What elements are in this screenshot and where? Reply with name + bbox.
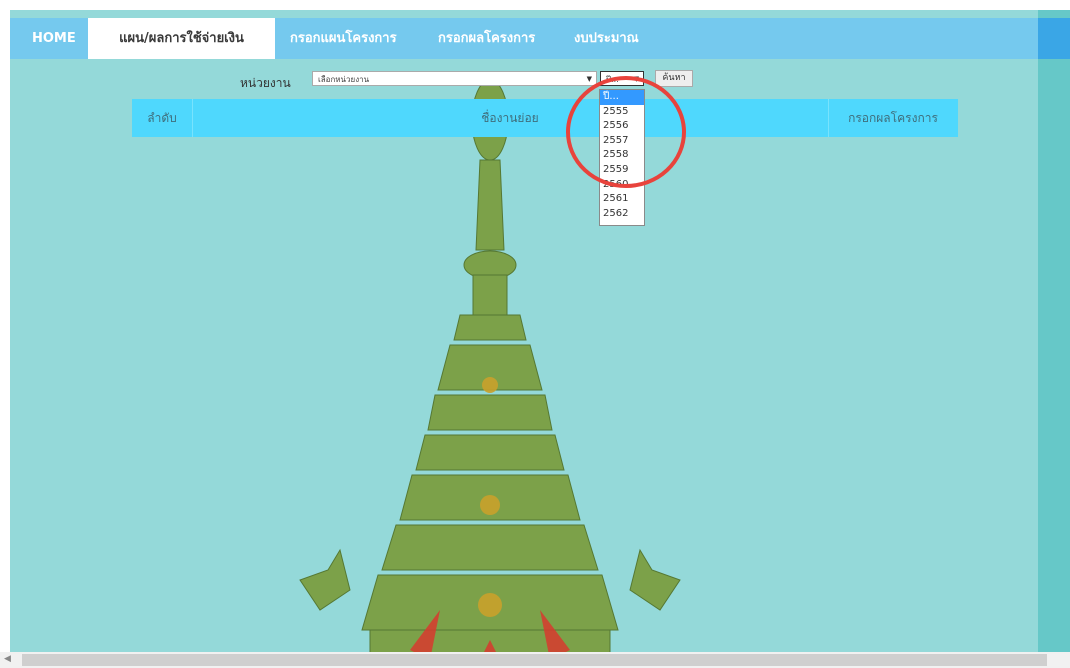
table-header: ลำดับ ชื่องานย่อย กรอกผลโครงการ bbox=[132, 99, 958, 137]
column-subtask-name: ชื่องานย่อย bbox=[481, 111, 539, 125]
department-label: หน่วยงาน bbox=[240, 76, 291, 90]
year-option[interactable]: 2555 bbox=[600, 105, 644, 120]
search-button[interactable]: ค้นหา bbox=[655, 70, 693, 87]
year-option[interactable]: 2562 bbox=[600, 207, 644, 222]
department-select[interactable]: เลือกหน่วยงาน ▼ bbox=[312, 71, 597, 86]
scrollbar-thumb[interactable] bbox=[22, 654, 1047, 666]
column-order: ลำดับ bbox=[147, 111, 177, 125]
dropdown-arrow-icon: ▼ bbox=[633, 75, 639, 83]
dropdown-arrow-icon: ▼ bbox=[586, 75, 592, 83]
horizontal-scrollbar[interactable]: ◀ bbox=[0, 652, 1070, 668]
nav-right-block bbox=[1038, 18, 1070, 59]
year-option[interactable]: 2559 bbox=[600, 163, 644, 178]
year-option[interactable]: 2561 bbox=[600, 192, 644, 207]
year-option[interactable]: 2558 bbox=[600, 148, 644, 163]
right-edge-panel bbox=[1038, 10, 1070, 660]
top-nav: HOME แผน/ผลการใช้จ่ายเงิน กรอกแผนโครงการ… bbox=[10, 18, 1038, 59]
nav-fill-plan[interactable]: กรอกแผนโครงการ bbox=[290, 18, 397, 59]
year-select[interactable]: ปี... ▼ bbox=[600, 71, 644, 86]
nav-budget[interactable]: งบประมาณ bbox=[574, 18, 639, 59]
department-select-value: เลือกหน่วยงาน bbox=[318, 75, 370, 84]
nav-plan-result[interactable]: แผน/ผลการใช้จ่ายเงิน bbox=[88, 18, 275, 59]
year-option[interactable]: 2556 bbox=[600, 119, 644, 134]
year-option[interactable]: 2560 bbox=[600, 178, 644, 193]
year-dropdown-list[interactable]: ปี... 2555 2556 2557 2558 2559 2560 2561… bbox=[599, 89, 645, 226]
page-canvas: HOME แผน/ผลการใช้จ่ายเงิน กรอกแผนโครงการ… bbox=[10, 10, 1070, 660]
year-option[interactable]: ปี... bbox=[600, 90, 644, 105]
year-option[interactable]: 2557 bbox=[600, 134, 644, 149]
nav-home[interactable]: HOME bbox=[32, 18, 76, 59]
scroll-left-icon[interactable]: ◀ bbox=[4, 654, 11, 664]
nav-fill-result[interactable]: กรอกผลโครงการ bbox=[438, 18, 535, 59]
column-fill-result: กรอกผลโครงการ bbox=[848, 111, 938, 125]
year-select-value: ปี... bbox=[606, 75, 619, 84]
